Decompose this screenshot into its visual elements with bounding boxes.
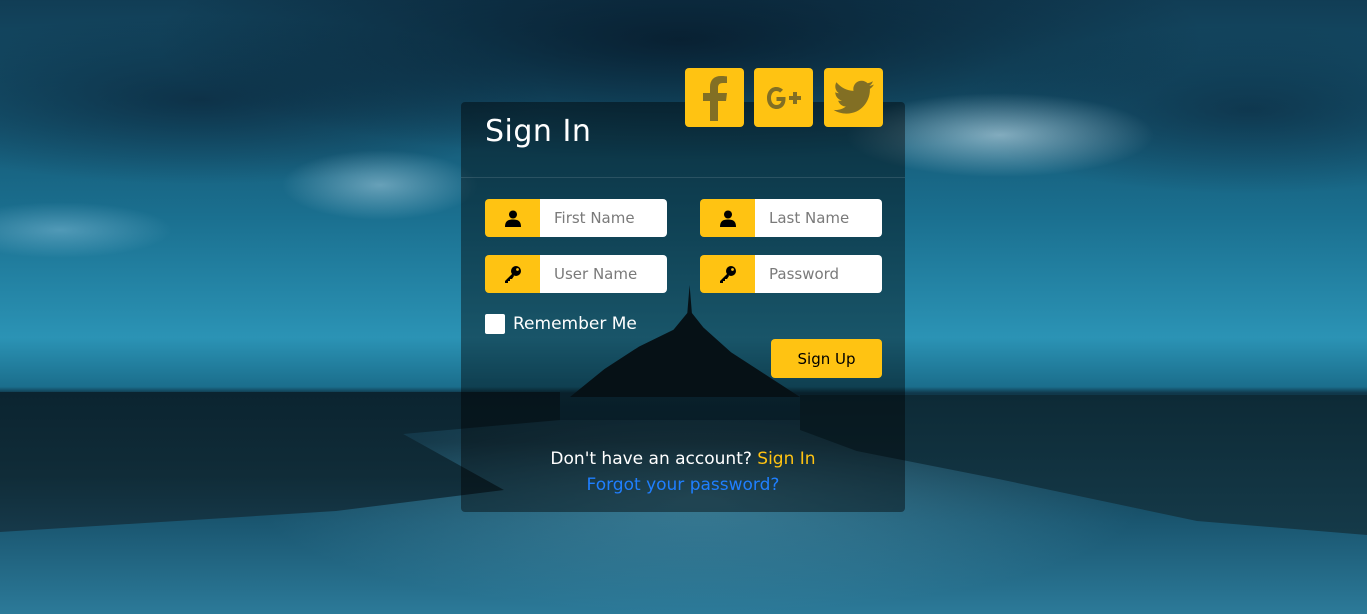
google-plus-button[interactable] [754, 68, 813, 127]
password-input[interactable] [755, 255, 882, 293]
twitter-icon [833, 80, 874, 114]
no-account-text: Don't have an account? [550, 449, 752, 469]
remember-me-checkbox[interactable] [485, 314, 505, 334]
last-name-input[interactable] [755, 199, 882, 237]
facebook-button[interactable] [685, 68, 744, 127]
user-icon [700, 199, 755, 237]
user-name-input[interactable] [540, 255, 667, 293]
password-field [700, 255, 882, 293]
user-name-field [485, 255, 667, 293]
sign-up-button[interactable]: Sign Up [771, 339, 882, 378]
remember-me-label: Remember Me [513, 314, 637, 334]
card-title: Sign In [485, 114, 592, 149]
first-name-field [485, 199, 667, 237]
last-name-field [700, 199, 882, 237]
user-icon [485, 199, 540, 237]
facebook-icon [702, 75, 727, 121]
sign-in-link[interactable]: Sign In [757, 449, 815, 469]
forgot-password-link[interactable]: Forgot your password? [587, 472, 780, 498]
card-footer: Don't have an account? Sign In Forgot yo… [461, 446, 905, 498]
google-plus-icon [766, 86, 801, 109]
first-name-input[interactable] [540, 199, 667, 237]
key-icon [485, 255, 540, 293]
remember-me: Remember Me [485, 314, 637, 334]
header-divider [461, 177, 905, 178]
key-icon [700, 255, 755, 293]
twitter-button[interactable] [824, 68, 883, 127]
sign-in-card: Sign In Remember Me Sign Up Don't have a… [461, 102, 905, 512]
